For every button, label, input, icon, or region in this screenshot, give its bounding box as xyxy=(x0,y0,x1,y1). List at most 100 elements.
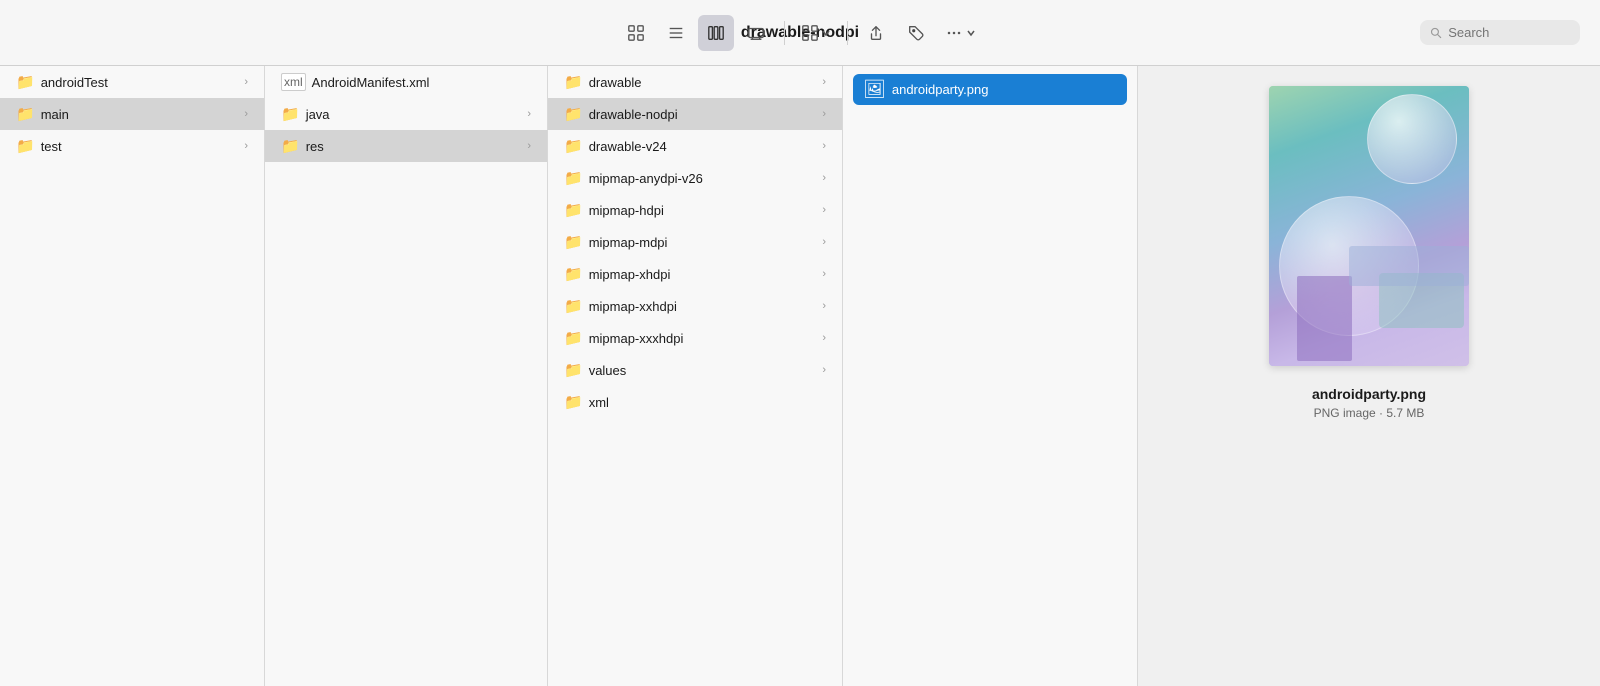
list-item[interactable]: 📁 test › xyxy=(0,130,264,162)
view-list-button[interactable] xyxy=(658,15,694,51)
column-3-scroll[interactable]: 📁 drawable › 📁 drawable-nodpi › 📁 drawab… xyxy=(548,66,842,686)
item-name: androidparty.png xyxy=(892,82,989,97)
column-2: xml AndroidManifest.xml 📁 java › 📁 res › xyxy=(265,66,548,686)
chevron-right-icon: › xyxy=(527,140,531,152)
share-icon xyxy=(867,24,885,42)
item-name: mipmap-xhdpi xyxy=(589,267,671,282)
list-item[interactable]: 📁 androidTest › xyxy=(0,66,264,98)
chevron-right-icon: › xyxy=(244,76,248,88)
folder-icon: 📁 xyxy=(281,105,300,123)
list-item[interactable]: 📁 res › xyxy=(265,130,547,162)
list-item[interactable]: 📁 xml xyxy=(548,386,842,418)
tag-icon xyxy=(907,24,925,42)
item-name: mipmap-hdpi xyxy=(589,203,664,218)
list-item[interactable]: 📁 mipmap-xxhdpi › xyxy=(548,290,842,322)
chevron-right-icon: › xyxy=(822,364,826,376)
more-chevron-icon xyxy=(966,28,976,38)
chevron-down-icon xyxy=(821,28,831,38)
item-name: androidTest xyxy=(41,75,108,90)
item-name: drawable xyxy=(589,75,642,90)
toolbar-view-controls xyxy=(618,15,982,51)
folder-icon: 📁 xyxy=(564,169,583,187)
share-button[interactable] xyxy=(858,15,894,51)
chevron-right-icon: › xyxy=(244,108,248,120)
list-item[interactable]: 📁 drawable-nodpi › xyxy=(548,98,842,130)
item-name: mipmap-mdpi xyxy=(589,235,668,250)
toolbar-separator-2 xyxy=(847,21,848,45)
list-item[interactable]: xml AndroidManifest.xml xyxy=(265,66,547,98)
folder-icon: 📁 xyxy=(564,73,583,91)
chevron-right-icon: › xyxy=(527,108,531,120)
list-item[interactable]: 📁 mipmap-hdpi › xyxy=(548,194,842,226)
more-button[interactable] xyxy=(938,20,982,46)
folder-icon: 📁 xyxy=(564,393,583,411)
preview-panel: androidparty.png PNG image · 5.7 MB xyxy=(1138,66,1600,686)
chevron-right-icon: › xyxy=(822,140,826,152)
folder-icon: 📁 xyxy=(564,329,583,347)
list-item[interactable]: 📁 mipmap-xhdpi › xyxy=(548,258,842,290)
item-name: AndroidManifest.xml xyxy=(312,75,430,90)
chevron-right-icon: › xyxy=(822,236,826,248)
folder-icon: 📁 xyxy=(564,105,583,123)
list-item[interactable]: 📁 mipmap-anydpi-v26 › xyxy=(548,162,842,194)
view-columns-button[interactable] xyxy=(698,15,734,51)
titlebar: drawable-nodpi xyxy=(0,0,1600,66)
column-4: 🖼 androidparty.png xyxy=(843,66,1138,686)
item-name: main xyxy=(41,107,69,122)
chevron-right-icon: › xyxy=(822,204,826,216)
gallery-icon xyxy=(747,24,765,42)
preview-image xyxy=(1269,86,1469,366)
view-grid-button[interactable] xyxy=(618,15,654,51)
chevron-right-icon: › xyxy=(822,172,826,184)
list-item[interactable]: 📁 drawable-v24 › xyxy=(548,130,842,162)
preview-decoration-1 xyxy=(1367,94,1457,184)
list-icon xyxy=(667,24,685,42)
column-3: 📁 drawable › 📁 drawable-nodpi › 📁 drawab… xyxy=(548,66,843,686)
folder-icon: 📁 xyxy=(564,201,583,219)
chevron-right-icon: › xyxy=(822,268,826,280)
preview-info: PNG image · 5.7 MB xyxy=(1314,406,1425,420)
view-gallery-button[interactable] xyxy=(738,15,774,51)
list-item[interactable]: 🖼 androidparty.png xyxy=(853,74,1127,105)
columns-icon xyxy=(707,24,725,42)
folder-icon: 📁 xyxy=(281,137,300,155)
grid-icon xyxy=(627,24,645,42)
list-item[interactable]: 📁 mipmap-mdpi › xyxy=(548,226,842,258)
search-icon xyxy=(1430,26,1442,40)
folder-icon: 📁 xyxy=(16,73,35,91)
column-4-scroll[interactable]: 🖼 androidparty.png xyxy=(843,66,1137,686)
folder-icon: 📁 xyxy=(564,137,583,155)
list-item[interactable]: 📁 main › xyxy=(0,98,264,130)
list-item[interactable]: 📁 drawable › xyxy=(548,66,842,98)
chevron-right-icon: › xyxy=(822,332,826,344)
search-box[interactable] xyxy=(1420,20,1580,45)
column-1-scroll[interactable]: 📁 androidTest › 📁 main › 📁 test › xyxy=(0,66,264,686)
folder-icon: 📁 xyxy=(564,233,583,251)
item-name: res xyxy=(306,139,324,154)
list-item[interactable]: 📁 mipmap-xxxhdpi › xyxy=(548,322,842,354)
folder-icon: 📁 xyxy=(16,137,35,155)
folder-icon: 📁 xyxy=(564,361,583,379)
item-name: java xyxy=(306,107,330,122)
group-button[interactable] xyxy=(795,20,837,46)
item-name: values xyxy=(589,363,627,378)
chevron-right-icon: › xyxy=(822,108,826,120)
list-item[interactable]: 📁 values › xyxy=(548,354,842,386)
item-name: mipmap-xxxhdpi xyxy=(589,331,684,346)
more-icon xyxy=(944,24,964,42)
folder-icon: 📁 xyxy=(564,265,583,283)
tag-button[interactable] xyxy=(898,15,934,51)
item-name: xml xyxy=(589,395,609,410)
item-name: mipmap-xxhdpi xyxy=(589,299,677,314)
preview-filename: androidparty.png xyxy=(1312,386,1426,402)
image-file-icon: 🖼 xyxy=(863,79,886,100)
toolbar-separator-1 xyxy=(784,21,785,45)
list-item[interactable]: 📁 java › xyxy=(265,98,547,130)
item-name: mipmap-anydpi-v26 xyxy=(589,171,703,186)
main-content: 📁 androidTest › 📁 main › 📁 test › xml An… xyxy=(0,66,1600,686)
item-name: drawable-nodpi xyxy=(589,107,678,122)
column-2-scroll[interactable]: xml AndroidManifest.xml 📁 java › 📁 res › xyxy=(265,66,547,686)
item-name: test xyxy=(41,139,62,154)
search-input[interactable] xyxy=(1448,25,1570,40)
preview-decoration-3 xyxy=(1297,276,1352,361)
